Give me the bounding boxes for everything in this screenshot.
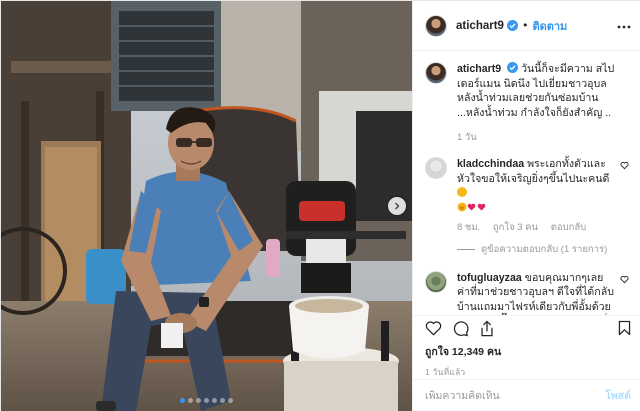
comments-section: atichart9 วันนี้ก็จะมีความ สไปเดอร์แมน น… <box>413 52 640 315</box>
carousel-dot <box>228 398 233 403</box>
save-button[interactable] <box>618 320 631 336</box>
heart-icon <box>425 321 442 336</box>
thumbs-up-emoji-icon <box>457 187 467 197</box>
ellipsis-icon <box>617 25 631 29</box>
post-header: atichart9 • ติดตาม <box>413 1 640 51</box>
avatar[interactable] <box>425 270 447 293</box>
carousel-dot <box>180 398 185 403</box>
carousel-dot <box>220 398 225 403</box>
heart-outline-icon[interactable] <box>620 275 629 284</box>
add-comment-bar: โพสต์ <box>413 379 640 411</box>
post-comment-button[interactable]: โพสต์ <box>605 387 631 404</box>
comment-meta: 8 ชม. ถูกใจ 3 คน ตอบกลับ <box>457 221 623 236</box>
comment-input[interactable] <box>425 389 595 402</box>
avatar[interactable] <box>425 157 447 179</box>
comment-username[interactable]: kladcchindaa <box>457 158 524 170</box>
carousel-dots <box>1 398 412 403</box>
caption-body: atichart9 วันนี้ก็จะมีความ สไปเดอร์แมน น… <box>457 62 623 120</box>
caption-username[interactable]: atichart9 <box>457 63 501 75</box>
header-separator: • <box>521 19 529 32</box>
comment-icon <box>453 320 469 336</box>
carousel-dot <box>212 398 217 403</box>
likes-count[interactable]: ถูกใจ 12,349 คน <box>425 343 631 360</box>
carousel-dot <box>196 398 201 403</box>
comment-time: 8 ชม. <box>457 222 481 233</box>
action-icons <box>425 316 631 340</box>
share-button[interactable] <box>479 320 495 337</box>
view-replies-button[interactable]: ดูข้อความตอบกลับ (1 รายการ) <box>457 242 631 257</box>
comment-like-count[interactable]: ถูกใจ 3 คน <box>493 222 538 233</box>
verified-badge-icon <box>507 62 519 73</box>
post-actions: ถูกใจ 12,349 คน 1 วันที่แล้ว <box>413 315 640 379</box>
avatar[interactable] <box>425 62 447 84</box>
header-username[interactable]: atichart9 <box>456 20 504 32</box>
emoji-icon <box>457 202 486 211</box>
comment-button[interactable] <box>452 320 469 337</box>
comment-body: tofugluayzaa ขอบคุณมากๆเลยค่าที่มาช่วยชา… <box>457 271 623 316</box>
instagram-post: atichart9 • ติดตาม atichart9 วันนี้ก็จะม… <box>0 0 640 411</box>
follow-button[interactable]: ติดตาม <box>532 17 567 35</box>
next-photo-button[interactable] <box>388 197 406 215</box>
caption: atichart9 วันนี้ก็จะมีความ สไปเดอร์แมน น… <box>425 62 631 120</box>
comment-body: kladcchindaa พระเอกทั้งตัวและหัวใจขอให้เ… <box>457 157 623 236</box>
like-button[interactable] <box>425 320 442 336</box>
carousel-dot <box>188 398 193 403</box>
avatar[interactable] <box>425 14 447 37</box>
comment-item: kladcchindaa พระเอกทั้งตัวและหัวใจขอให้เ… <box>425 157 631 236</box>
carousel-dot <box>204 398 209 403</box>
post-time: 1 วันที่แล้ว <box>425 367 466 377</box>
bookmark-icon <box>618 320 631 336</box>
caption-time: 1 วัน <box>457 132 477 143</box>
comment-username[interactable]: tofugluayzaa <box>457 272 522 284</box>
post-sidebar: atichart9 • ติดตาม atichart9 วันนี้ก็จะม… <box>412 1 640 411</box>
comment-item: tofugluayzaa ขอบคุณมากๆเลยค่าที่มาช่วยชา… <box>425 270 631 316</box>
reply-button[interactable]: ตอบกลับ <box>551 222 587 233</box>
view-replies-label: ดูข้อความตอบกลับ (1 รายการ) <box>481 243 608 255</box>
chevron-right-icon <box>395 202 400 210</box>
post-photo[interactable] <box>1 1 412 411</box>
more-options-icon[interactable] <box>617 18 631 33</box>
reply-line <box>457 248 475 250</box>
share-icon <box>481 320 493 336</box>
verified-badge-icon <box>506 20 518 31</box>
photo-illustration <box>1 1 412 411</box>
heart-outline-icon[interactable] <box>620 161 629 170</box>
